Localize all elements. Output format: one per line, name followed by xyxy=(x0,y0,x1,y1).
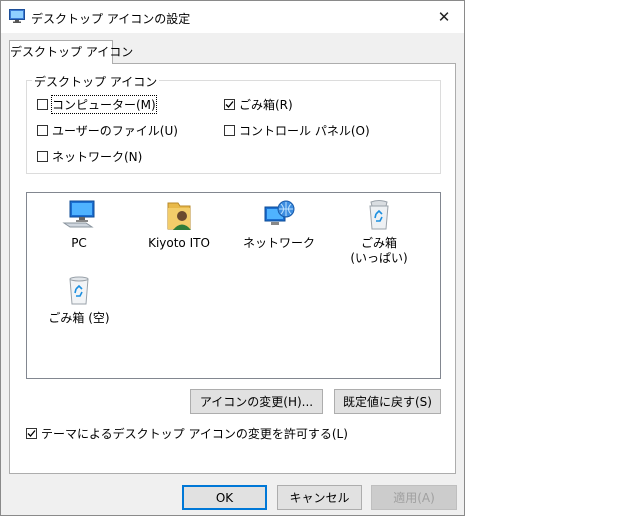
checkbox-box[interactable] xyxy=(37,98,48,110)
checkbox-label: ごみ箱(R) xyxy=(239,97,293,112)
icon-list[interactable]: PC Kiyoto ITO ネットワーク ごみ箱 (いっぱい) ごみ箱 (空) xyxy=(26,192,441,379)
apply-button: 適用(A) xyxy=(371,485,457,510)
checkbox-box[interactable] xyxy=(37,150,48,162)
checkbox-label: ユーザーのファイル(U) xyxy=(52,123,178,138)
checkbox-user-files[interactable]: ユーザーのファイル(U) xyxy=(37,122,178,138)
desktop-icons-group: デスクトップ アイコン コンピューター(M) ごみ箱(R) ユーザーのファイル(… xyxy=(26,73,441,174)
checkbox-box[interactable] xyxy=(37,124,48,136)
restore-default-button[interactable]: 既定値に戻す(S) xyxy=(334,389,441,414)
window-title: デスクトップ アイコンの設定 xyxy=(31,12,191,26)
checkbox-allow-theme-change[interactable]: テーマによるデスクトップ アイコンの変更を許可する(L) xyxy=(26,425,348,441)
recycle-bin-full-icon xyxy=(369,200,389,230)
icon-item-user-files[interactable]: Kiyoto ITO xyxy=(129,199,229,251)
recycle-bin-empty-icon xyxy=(69,276,89,305)
tab-panel: デスクトップ アイコン コンピューター(M) ごみ箱(R) ユーザーのファイル(… xyxy=(9,63,456,474)
checkmark-icon xyxy=(225,100,234,108)
checkbox-label: テーマによるデスクトップ アイコンの変更を許可する(L) xyxy=(41,426,348,441)
checkbox-box[interactable] xyxy=(224,98,235,110)
checkbox-label: コントロール パネル(O) xyxy=(239,123,370,138)
cancel-button[interactable]: キャンセル xyxy=(277,485,362,510)
close-icon: ✕ xyxy=(437,8,451,26)
checkbox-recycle-bin[interactable]: ごみ箱(R) xyxy=(224,96,293,112)
icon-item-recycle-bin-empty[interactable]: ごみ箱 (空) xyxy=(29,274,129,326)
icon-label: ごみ箱 (いっぱい) xyxy=(350,236,408,265)
ok-button[interactable]: OK xyxy=(182,485,267,510)
checkbox-box[interactable] xyxy=(26,427,37,439)
close-button[interactable]: ✕ xyxy=(424,1,464,33)
title-bar: デスクトップ アイコンの設定 ✕ xyxy=(1,1,464,33)
pc-icon xyxy=(62,200,95,228)
checkbox-network[interactable]: ネットワーク(N) xyxy=(37,148,142,164)
icon-label: ごみ箱 (空) xyxy=(48,311,110,325)
network-icon xyxy=(264,200,295,225)
icon-item-recycle-bin-full[interactable]: ごみ箱 (いっぱい) xyxy=(329,199,429,266)
change-icon-button[interactable]: アイコンの変更(H)... xyxy=(190,389,323,414)
checkbox-control-panel[interactable]: コントロール パネル(O) xyxy=(224,122,370,138)
icon-item-pc[interactable]: PC xyxy=(29,199,129,251)
checkbox-label: コンピューター(M) xyxy=(51,94,157,114)
group-label: デスクトップ アイコン xyxy=(32,73,160,90)
icon-label: ネットワーク xyxy=(242,236,315,250)
tab-desktop-icons[interactable]: デスクトップ アイコン xyxy=(9,40,133,64)
icon-label: PC xyxy=(71,236,87,250)
desktop-icon-settings-dialog: デスクトップ アイコンの設定 ✕ デスクトップ アイコン デスクトップ アイコン… xyxy=(0,0,465,516)
desktop-settings-icon xyxy=(9,9,25,23)
checkmark-icon xyxy=(27,429,36,437)
icon-item-network[interactable]: ネットワーク xyxy=(229,199,329,251)
checkbox-box[interactable] xyxy=(224,124,235,136)
checkbox-computer[interactable]: コンピューター(M) xyxy=(37,94,157,114)
icon-label: Kiyoto ITO xyxy=(148,236,210,250)
user-folder-icon xyxy=(167,202,191,230)
checkbox-label: ネットワーク(N) xyxy=(52,149,143,164)
